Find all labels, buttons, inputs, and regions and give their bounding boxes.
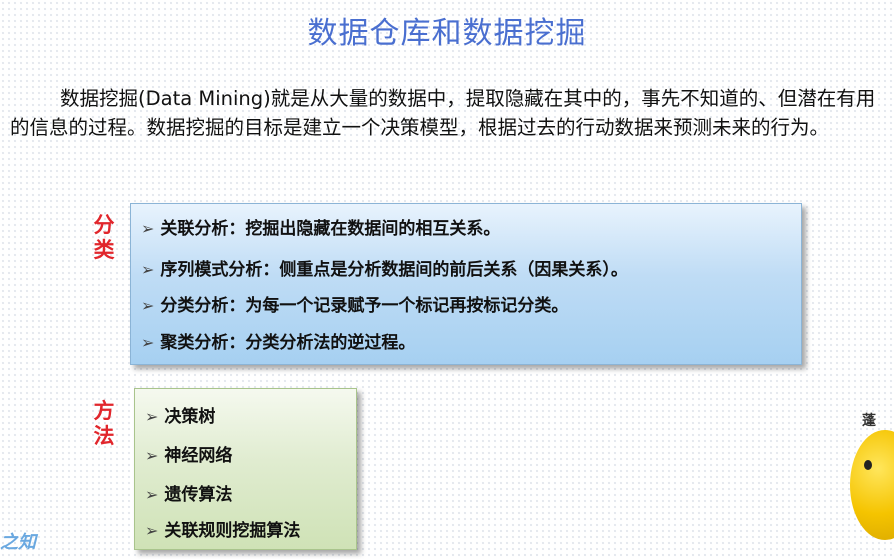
- bullet-arrow-icon: ➢: [145, 446, 159, 465]
- classification-label-char-1: 分: [93, 213, 115, 237]
- classification-item-text: 分类分析：为每一个记录赋予一个标记再按标记分类。: [160, 296, 569, 316]
- classification-label-char-2: 类: [93, 238, 115, 262]
- mascot-icon: [850, 430, 894, 540]
- method-item-text: 遗传算法: [164, 485, 233, 505]
- methods-side-label: 方 法: [92, 399, 116, 449]
- classification-item-text: 序列模式分析：侧重点是分析数据间的前后关系（因果关系）。: [160, 260, 628, 280]
- list-item: ➢ 聚类分析：分类分析法的逆过程。: [141, 328, 415, 353]
- methods-box: ➢ 决策树 ➢ 神经网络 ➢ 遗传算法 ➢ 关联规则挖掘算法: [134, 388, 357, 550]
- intro-paragraph: 数据挖掘(Data Mining)就是从大量的数据中，提取隐藏在其中的，事先不知…: [10, 87, 876, 139]
- list-item: ➢ 序列模式分析：侧重点是分析数据间的前后关系（因果关系）。: [141, 255, 628, 280]
- classification-box: ➢ 关联分析：挖掘出隐藏在数据间的相互关系。 ➢ 序列模式分析：侧重点是分析数据间的…: [130, 203, 802, 365]
- method-item-text: 决策树: [164, 407, 216, 427]
- list-item: ➢ 分类分析：为每一个记录赋予一个标记再按标记分类。: [141, 291, 568, 316]
- bullet-arrow-icon: ➢: [141, 333, 155, 352]
- bullet-arrow-icon: ➢: [141, 260, 155, 279]
- classification-item-text: 聚类分析：分类分析法的逆过程。: [160, 333, 416, 353]
- bullet-arrow-icon: ➢: [145, 521, 159, 540]
- bullet-arrow-icon: ➢: [145, 485, 159, 504]
- classification-item-text: 关联分析：挖掘出隐藏在数据间的相互关系。: [160, 219, 501, 239]
- list-item: ➢ 神经网络: [145, 441, 232, 466]
- list-item: ➢ 关联分析：挖掘出隐藏在数据间的相互关系。: [141, 214, 500, 239]
- method-item-text: 关联规则挖掘算法: [164, 521, 301, 541]
- methods-label-char-2: 法: [93, 424, 115, 448]
- list-item: ➢ 关联规则挖掘算法: [145, 516, 300, 541]
- bullet-arrow-icon: ➢: [141, 296, 155, 315]
- watermark-logo: 之知: [0, 532, 36, 553]
- mascot-eye-icon: [864, 460, 872, 470]
- slide-title: 数据仓库和数据挖掘: [307, 16, 587, 51]
- bullet-arrow-icon: ➢: [141, 219, 155, 238]
- classification-side-label: 分 类: [92, 213, 116, 263]
- mascot-caption: 蓬: [862, 413, 876, 429]
- list-item: ➢ 决策树: [145, 402, 215, 427]
- bullet-arrow-icon: ➢: [145, 407, 159, 426]
- methods-label-char-1: 方: [93, 399, 115, 423]
- list-item: ➢ 遗传算法: [145, 480, 232, 505]
- method-item-text: 神经网络: [164, 446, 233, 466]
